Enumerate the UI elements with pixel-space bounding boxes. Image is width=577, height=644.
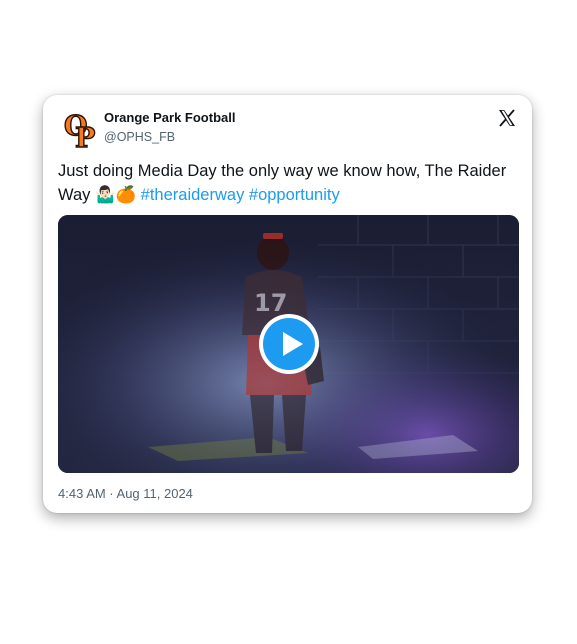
video-thumbnail[interactable]: 17 — [58, 215, 519, 473]
tweet-card[interactable]: O P Orange Park Football @OPHS_FB Just d… — [43, 95, 532, 513]
hashtag-theraiderway[interactable]: #theraiderway — [141, 186, 245, 204]
hashtag-opportunity[interactable]: #opportunity — [249, 186, 340, 204]
play-button[interactable] — [259, 314, 319, 374]
orange-emoji: 🍊 — [115, 185, 137, 204]
team-logo-avatar[interactable]: O P — [63, 109, 97, 154]
tweet-text: Just doing Media Day the only way we kno… — [58, 160, 518, 207]
shrug-emoji: 🤷🏻‍♂️ — [94, 185, 116, 204]
tweet-timestamp[interactable]: 4:43 AM · Aug 11, 2024 — [58, 486, 193, 501]
x-logo-icon[interactable] — [497, 108, 517, 128]
account-name[interactable]: Orange Park Football — [104, 110, 235, 125]
account-handle[interactable]: @OPHS_FB — [104, 130, 175, 144]
play-icon — [263, 318, 315, 370]
svg-text:P: P — [75, 123, 95, 149]
